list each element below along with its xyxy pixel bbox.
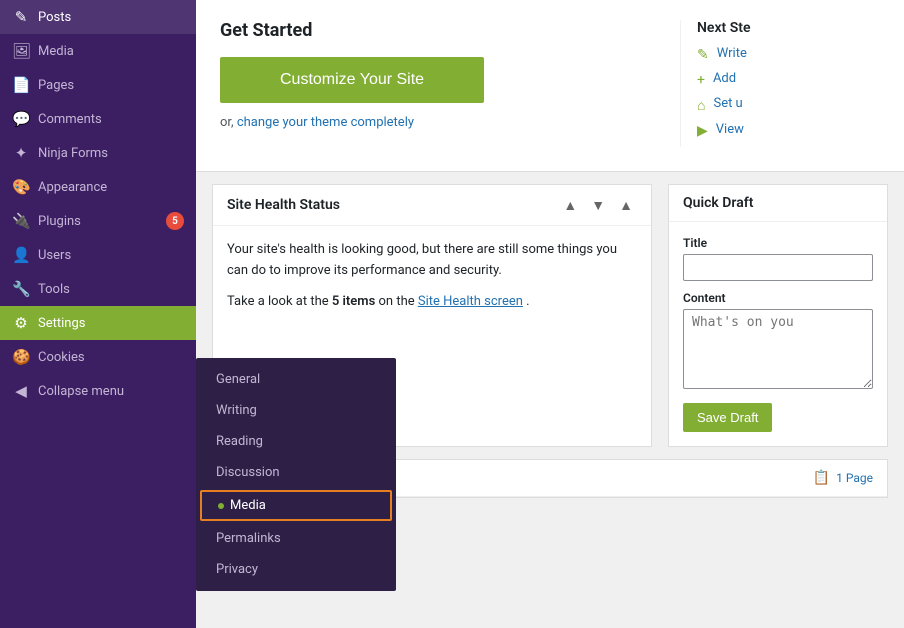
get-started-title: Get Started <box>220 20 680 41</box>
site-health-title: Site Health Status <box>227 197 340 213</box>
sidebar-label-appearance: Appearance <box>38 180 184 195</box>
content-label: Content <box>683 291 873 305</box>
sidebar-label-ninja-forms: Ninja Forms <box>38 146 184 161</box>
sidebar-item-media[interactable]: 🖼 Media <box>0 34 196 68</box>
write-icon: ✎ <box>697 47 709 63</box>
get-started-panel: Get Started Customize Your Site or, chan… <box>196 0 904 172</box>
cookies-icon: 🍪 <box>12 348 30 366</box>
site-health-header: Site Health Status ▲ ▼ ▲ <box>213 185 651 226</box>
sidebar-item-posts[interactable]: ✎ Posts <box>0 0 196 34</box>
submenu-label-writing: Writing <box>216 403 257 418</box>
posts-icon: ✎ <box>12 8 30 26</box>
sidebar-label-users: Users <box>38 248 184 263</box>
sidebar-label-media: Media <box>38 44 184 59</box>
submenu-label-discussion: Discussion <box>216 465 280 480</box>
comments-icon: 💬 <box>12 110 30 128</box>
sidebar-item-appearance[interactable]: 🎨 Appearance <box>0 170 196 204</box>
sidebar-label-posts: Posts <box>38 10 184 25</box>
submenu-item-writing[interactable]: Writing <box>196 395 396 426</box>
next-step-view[interactable]: ▶ View <box>697 122 880 139</box>
submenu-label-general: General <box>216 372 260 387</box>
page-icon: 📋 <box>813 470 830 486</box>
widget-close-button[interactable]: ▲ <box>615 195 637 215</box>
next-steps-panel: Next Ste ✎ Write + Add ⌂ Set u ▶ View <box>680 20 880 147</box>
submenu-dot-media <box>218 503 224 509</box>
customize-site-button[interactable]: Customize Your Site <box>220 57 484 103</box>
users-icon: 👤 <box>12 246 30 264</box>
submenu-item-reading[interactable]: Reading <box>196 426 396 457</box>
ninja-forms-icon: ✦ <box>12 144 30 162</box>
collapse-icon: ◀ <box>12 382 30 400</box>
settings-submenu: General Writing Reading Discussion Media… <box>196 358 396 591</box>
health-text-2: Take a look at the 5 items on the Site H… <box>227 292 637 313</box>
sidebar-item-users[interactable]: 👤 Users <box>0 238 196 272</box>
widget-controls: ▲ ▼ ▲ <box>559 195 637 215</box>
widget-down-button[interactable]: ▼ <box>587 195 609 215</box>
sidebar-label-settings: Settings <box>38 316 184 331</box>
settings-icon: ⚙ <box>12 314 30 332</box>
sidebar-item-settings[interactable]: ⚙ Settings <box>0 306 196 340</box>
sidebar-item-collapse[interactable]: ◀ Collapse menu <box>0 374 196 408</box>
quick-draft-widget: Quick Draft Title Content Save Draft <box>668 184 888 447</box>
next-steps-title: Next Ste <box>697 20 880 36</box>
sidebar-item-pages[interactable]: 📄 Pages <box>0 68 196 102</box>
sidebar-label-pages: Pages <box>38 78 184 93</box>
plugins-badge: 5 <box>166 212 184 230</box>
sidebar-item-tools[interactable]: 🔧 Tools <box>0 272 196 306</box>
sidebar-item-ninja-forms[interactable]: ✦ Ninja Forms <box>0 136 196 170</box>
submenu-item-general[interactable]: General <box>196 364 396 395</box>
sidebar-label-tools: Tools <box>38 282 184 297</box>
sidebar-label-cookies: Cookies <box>38 350 184 365</box>
health-text-1: Your site's health is looking good, but … <box>227 240 637 282</box>
add-icon: + <box>697 72 705 88</box>
widget-up-button[interactable]: ▲ <box>559 195 581 215</box>
sidebar-item-plugins[interactable]: 🔌 Plugins 5 <box>0 204 196 238</box>
item-count: 5 items <box>332 294 375 309</box>
submenu-label-permalinks: Permalinks <box>216 531 281 546</box>
draft-content-input[interactable] <box>683 309 873 389</box>
draft-title-input[interactable] <box>683 254 873 281</box>
change-theme-link[interactable]: change your theme completely <box>237 115 414 130</box>
view-icon: ▶ <box>697 123 708 139</box>
next-step-write[interactable]: ✎ Write <box>697 46 880 63</box>
title-label: Title <box>683 236 873 250</box>
media-icon: 🖼 <box>12 42 30 60</box>
sidebar-item-comments[interactable]: 💬 Comments <box>0 102 196 136</box>
plugins-icon: 🔌 <box>12 212 30 230</box>
save-draft-button[interactable]: Save Draft <box>683 403 772 432</box>
quick-draft-header: Quick Draft <box>669 185 887 222</box>
sidebar-label-comments: Comments <box>38 112 184 127</box>
submenu-item-media[interactable]: Media <box>200 490 392 521</box>
sidebar: ✎ Posts 🖼 Media 📄 Pages 💬 Comments ✦ Nin… <box>0 0 196 628</box>
pages-icon: 📄 <box>12 76 30 94</box>
tools-icon: 🔧 <box>12 280 30 298</box>
quick-draft-body: Title Content Save Draft <box>669 222 887 446</box>
submenu-item-privacy[interactable]: Privacy <box>196 554 396 585</box>
submenu-label-reading: Reading <box>216 434 263 449</box>
quick-draft-title: Quick Draft <box>683 195 753 211</box>
sidebar-label-collapse: Collapse menu <box>38 384 184 399</box>
submenu-item-permalinks[interactable]: Permalinks <box>196 523 396 554</box>
page-count: 📋 1 Page <box>813 470 873 486</box>
submenu-label-privacy: Privacy <box>216 562 258 577</box>
appearance-icon: 🎨 <box>12 178 30 196</box>
health-screen-link[interactable]: Site Health screen <box>418 294 523 309</box>
site-health-body: Your site's health is looking good, but … <box>213 226 651 336</box>
next-step-setup[interactable]: ⌂ Set u <box>697 96 880 114</box>
sidebar-item-cookies[interactable]: 🍪 Cookies <box>0 340 196 374</box>
sidebar-label-plugins: Plugins <box>38 214 158 229</box>
setup-icon: ⌂ <box>697 97 705 114</box>
submenu-label-media: Media <box>230 498 266 513</box>
next-step-add[interactable]: + Add <box>697 71 880 88</box>
submenu-item-discussion[interactable]: Discussion <box>196 457 396 488</box>
or-text: or, change your theme completely <box>220 115 680 130</box>
